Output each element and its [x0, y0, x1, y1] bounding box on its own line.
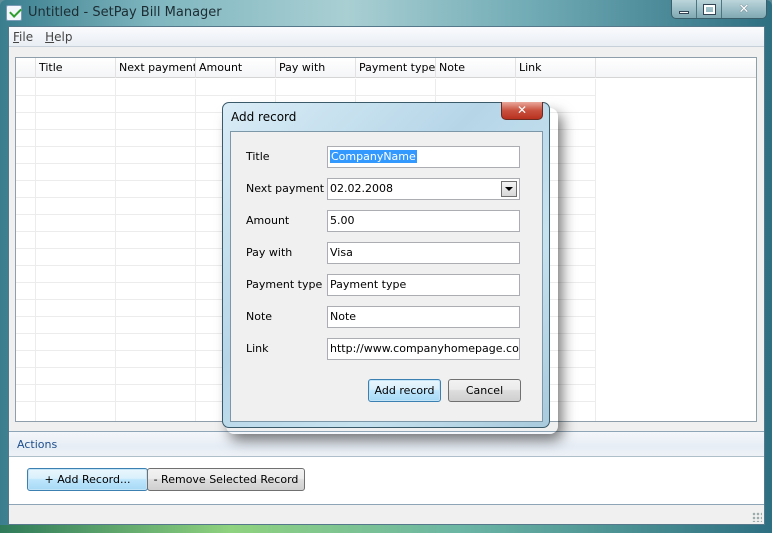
note-input[interactable]: Note — [327, 306, 520, 328]
window-controls: ✕ — [671, 0, 767, 19]
field-title-label: Title — [246, 150, 270, 163]
window-frame-bottom — [0, 525, 772, 533]
amount-input[interactable]: 5.00 — [327, 210, 520, 232]
dialog-cancel-button[interactable]: Cancel — [448, 379, 521, 402]
resize-grip-icon[interactable] — [752, 512, 762, 522]
grid-header: Title Next payment Amount Pay with Payme… — [16, 58, 756, 78]
column-header-title[interactable]: Title — [36, 58, 116, 78]
minimize-icon — [679, 10, 690, 14]
grid-row-line — [16, 95, 596, 96]
menu-file[interactable]: File — [13, 30, 33, 44]
column-header-amount[interactable]: Amount — [196, 58, 276, 78]
title-input[interactable]: CompanyName — [327, 146, 520, 168]
title-input-value: CompanyName — [330, 150, 417, 163]
chevron-down-icon — [505, 187, 513, 191]
title-bar[interactable]: Untitled - SetPay Bill Manager ✕ — [0, 0, 772, 26]
grid-column-line — [16, 79, 36, 421]
field-link-label: Link — [246, 342, 269, 355]
menu-help-label: elp — [54, 29, 73, 44]
window-title: Untitled - SetPay Bill Manager — [28, 5, 222, 20]
actions-panel: + Add Record... - Remove Selected Record — [9, 457, 764, 505]
field-note-label: Note — [246, 310, 273, 323]
field-pay-with: Pay with Visa — [231, 242, 544, 264]
maximize-button[interactable] — [697, 0, 722, 18]
app-checkmark-icon — [6, 5, 22, 21]
field-pay-with-label: Pay with — [246, 246, 293, 259]
column-header-link[interactable]: Link — [516, 58, 596, 78]
field-next-payment: Next payment 02.02.2008 — [231, 178, 544, 200]
field-link: Link http://www.companyhomepage.com — [231, 338, 544, 360]
close-button[interactable]: ✕ — [722, 0, 766, 18]
close-icon: ✕ — [516, 103, 528, 117]
column-header-pay-with[interactable]: Pay with — [276, 58, 356, 78]
grid-row-header-corner — [16, 58, 36, 78]
menu-bar: File Help — [9, 27, 764, 47]
field-payment-type: Payment type Payment type — [231, 274, 544, 296]
actions-section-header: Actions — [9, 431, 764, 457]
column-header-filler — [596, 58, 756, 78]
dropdown-arrow-button[interactable] — [501, 181, 517, 197]
add-record-dialog: Add record ✕ Title CompanyName Next paym… — [222, 102, 550, 428]
next-payment-date-picker[interactable]: 02.02.2008 — [327, 178, 520, 200]
maximize-icon — [702, 3, 716, 15]
next-payment-value: 02.02.2008 — [330, 182, 393, 195]
grid-column-line — [36, 79, 116, 421]
field-amount: Amount 5.00 — [231, 210, 544, 232]
field-note: Note Note — [231, 306, 544, 328]
remove-selected-record-button[interactable]: - Remove Selected Record — [147, 468, 305, 491]
field-amount-label: Amount — [246, 214, 290, 227]
status-bar — [9, 506, 764, 524]
column-header-next-payment[interactable]: Next payment — [116, 58, 196, 78]
column-header-payment-type[interactable]: Payment type — [356, 58, 436, 78]
payment-type-input[interactable]: Payment type — [327, 274, 520, 296]
menu-help-accel: H — [45, 29, 55, 44]
dialog-title: Add record — [231, 110, 297, 124]
grid-column-line — [116, 79, 196, 421]
menu-file-label: ile — [19, 29, 34, 44]
dialog-add-record-button[interactable]: Add record — [368, 379, 441, 402]
column-header-note[interactable]: Note — [436, 58, 516, 78]
add-record-button[interactable]: + Add Record... — [27, 468, 148, 491]
menu-help[interactable]: Help — [45, 30, 72, 44]
field-payment-type-label: Payment type — [246, 278, 323, 291]
minimize-button[interactable] — [672, 0, 698, 18]
dialog-body: Title CompanyName Next payment 02.02.200… — [230, 131, 543, 422]
pay-with-input[interactable]: Visa — [327, 242, 520, 264]
link-input[interactable]: http://www.companyhomepage.com — [327, 338, 520, 360]
dialog-close-button[interactable]: ✕ — [501, 102, 543, 120]
field-next-payment-label: Next payment — [246, 182, 325, 195]
field-title: Title CompanyName — [231, 146, 544, 168]
close-icon: ✕ — [738, 1, 750, 17]
